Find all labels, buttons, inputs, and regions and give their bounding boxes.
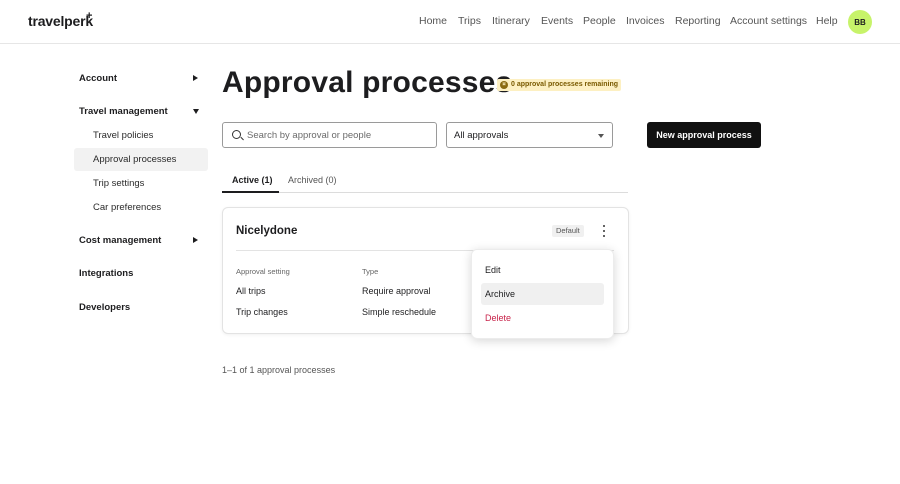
user-avatar[interactable]: BB bbox=[848, 10, 872, 34]
row-type: Require approval bbox=[362, 286, 431, 296]
sidebar-item-trip-settings[interactable]: Trip settings bbox=[93, 178, 144, 189]
approvals-filter-value: All approvals bbox=[454, 130, 509, 141]
sidebar-item-account[interactable]: Account bbox=[79, 73, 117, 84]
search-field[interactable] bbox=[222, 122, 437, 148]
top-navigation-bar: travelperk + Home Trips Itinerary Events… bbox=[0, 0, 900, 44]
logo-plus-mark: + bbox=[86, 10, 93, 22]
column-header-approval-setting: Approval setting bbox=[236, 267, 290, 276]
sidebar-item-integrations[interactable]: Integrations bbox=[79, 268, 133, 279]
remaining-badge: ¤ 0 approval processes remaining bbox=[497, 79, 621, 91]
nav-itinerary[interactable]: Itinerary bbox=[492, 15, 530, 27]
nav-invoices[interactable]: Invoices bbox=[626, 15, 665, 27]
sidebar-item-approval-processes[interactable]: Approval processes bbox=[93, 154, 176, 165]
nav-people[interactable]: People bbox=[583, 15, 616, 27]
menu-item-edit[interactable]: Edit bbox=[481, 259, 604, 281]
search-icon bbox=[232, 130, 241, 139]
column-header-type: Type bbox=[362, 267, 379, 276]
sidebar-item-cost-management[interactable]: Cost management bbox=[79, 235, 161, 246]
nav-help[interactable]: Help bbox=[816, 15, 838, 27]
more-options-icon[interactable] bbox=[598, 224, 610, 238]
pagination-summary: 1–1 of 1 approval processes bbox=[222, 365, 336, 375]
caret-down-icon bbox=[598, 134, 604, 138]
new-approval-process-button[interactable]: New approval process bbox=[647, 122, 761, 148]
nav-reporting[interactable]: Reporting bbox=[675, 15, 721, 27]
row-setting: Trip changes bbox=[236, 307, 288, 317]
sidebar-item-travel-management[interactable]: Travel management bbox=[79, 106, 168, 117]
chevron-right-icon bbox=[193, 237, 198, 243]
tabs-divider bbox=[222, 192, 628, 193]
chevron-down-icon bbox=[193, 109, 199, 114]
sidebar-item-developers[interactable]: Developers bbox=[79, 302, 130, 313]
search-input[interactable] bbox=[247, 127, 432, 143]
coin-icon: ¤ bbox=[500, 81, 508, 89]
active-tab-indicator bbox=[222, 191, 279, 193]
nav-home[interactable]: Home bbox=[419, 15, 447, 27]
tab-active[interactable]: Active (1) bbox=[232, 175, 273, 185]
tab-archived[interactable]: Archived (0) bbox=[288, 175, 337, 185]
menu-item-delete[interactable]: Delete bbox=[481, 307, 604, 329]
default-badge: Default bbox=[552, 225, 584, 237]
nav-events[interactable]: Events bbox=[541, 15, 573, 27]
nav-trips[interactable]: Trips bbox=[458, 15, 481, 27]
approval-process-name: Nicelydone bbox=[236, 225, 298, 237]
approvals-filter-select[interactable]: All approvals bbox=[446, 122, 613, 148]
row-setting: All trips bbox=[236, 286, 266, 296]
sidebar-item-car-preferences[interactable]: Car preferences bbox=[93, 202, 161, 213]
sidebar-item-travel-policies[interactable]: Travel policies bbox=[93, 130, 153, 141]
row-type: Simple reschedule bbox=[362, 307, 437, 317]
travelperk-logo[interactable]: travelperk bbox=[28, 13, 93, 29]
page-title: Approval processes bbox=[222, 66, 513, 99]
chevron-right-icon bbox=[193, 75, 198, 81]
menu-item-archive[interactable]: Archive bbox=[481, 283, 604, 305]
nav-account-settings[interactable]: Account settings bbox=[730, 15, 807, 27]
remaining-badge-label: 0 approval processes remaining bbox=[511, 81, 618, 88]
